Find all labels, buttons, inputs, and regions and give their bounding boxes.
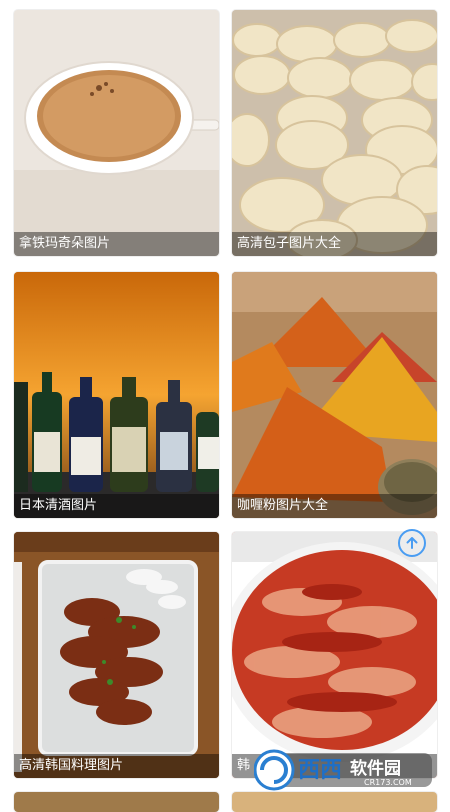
card-caption: 高清韩国料理图片	[14, 754, 219, 778]
gallery-card-curry[interactable]: 咖喱粉图片大全	[232, 272, 437, 518]
gallery-card-buns[interactable]: 高清包子图片大全	[232, 10, 437, 256]
kimchi-image	[232, 532, 437, 778]
card-caption: 拿铁玛奇朵图片	[14, 232, 219, 256]
gallery-card-korean[interactable]: 高清韩国料理图片	[14, 532, 219, 778]
gallery-card-sake[interactable]: 日本清酒图片	[14, 272, 219, 518]
card-caption: 高清包子图片大全	[232, 232, 437, 256]
svg-text:西西: 西西	[298, 758, 342, 783]
card-caption: 咖喱粉图片大全	[232, 494, 437, 518]
gallery-card-partial[interactable]	[14, 792, 219, 812]
image-grid: 拿铁玛奇朵图片 高清包子图片大全 日本清酒图片 咖喱粉图片大全 高清韩国料理图片…	[0, 0, 450, 812]
arrow-up-circle-icon	[406, 537, 418, 549]
curry-image	[232, 272, 437, 518]
buns-image	[232, 10, 437, 256]
gallery-card-latte[interactable]: 拿铁玛奇朵图片	[14, 10, 219, 256]
svg-text:软件园: 软件园	[350, 758, 401, 779]
watermark-logo: 西西 软件园 CR173.COM	[254, 749, 432, 791]
sake-image	[14, 272, 219, 518]
back-to-top-button[interactable]	[398, 529, 426, 557]
card-caption: 日本清酒图片	[14, 494, 219, 518]
latte-image	[14, 10, 219, 256]
gallery-card-partial[interactable]	[232, 792, 437, 812]
korean-dish-image	[14, 532, 219, 778]
gallery-card-kimchi[interactable]: 韩	[232, 532, 437, 778]
svg-text:CR173.COM: CR173.COM	[364, 778, 412, 787]
